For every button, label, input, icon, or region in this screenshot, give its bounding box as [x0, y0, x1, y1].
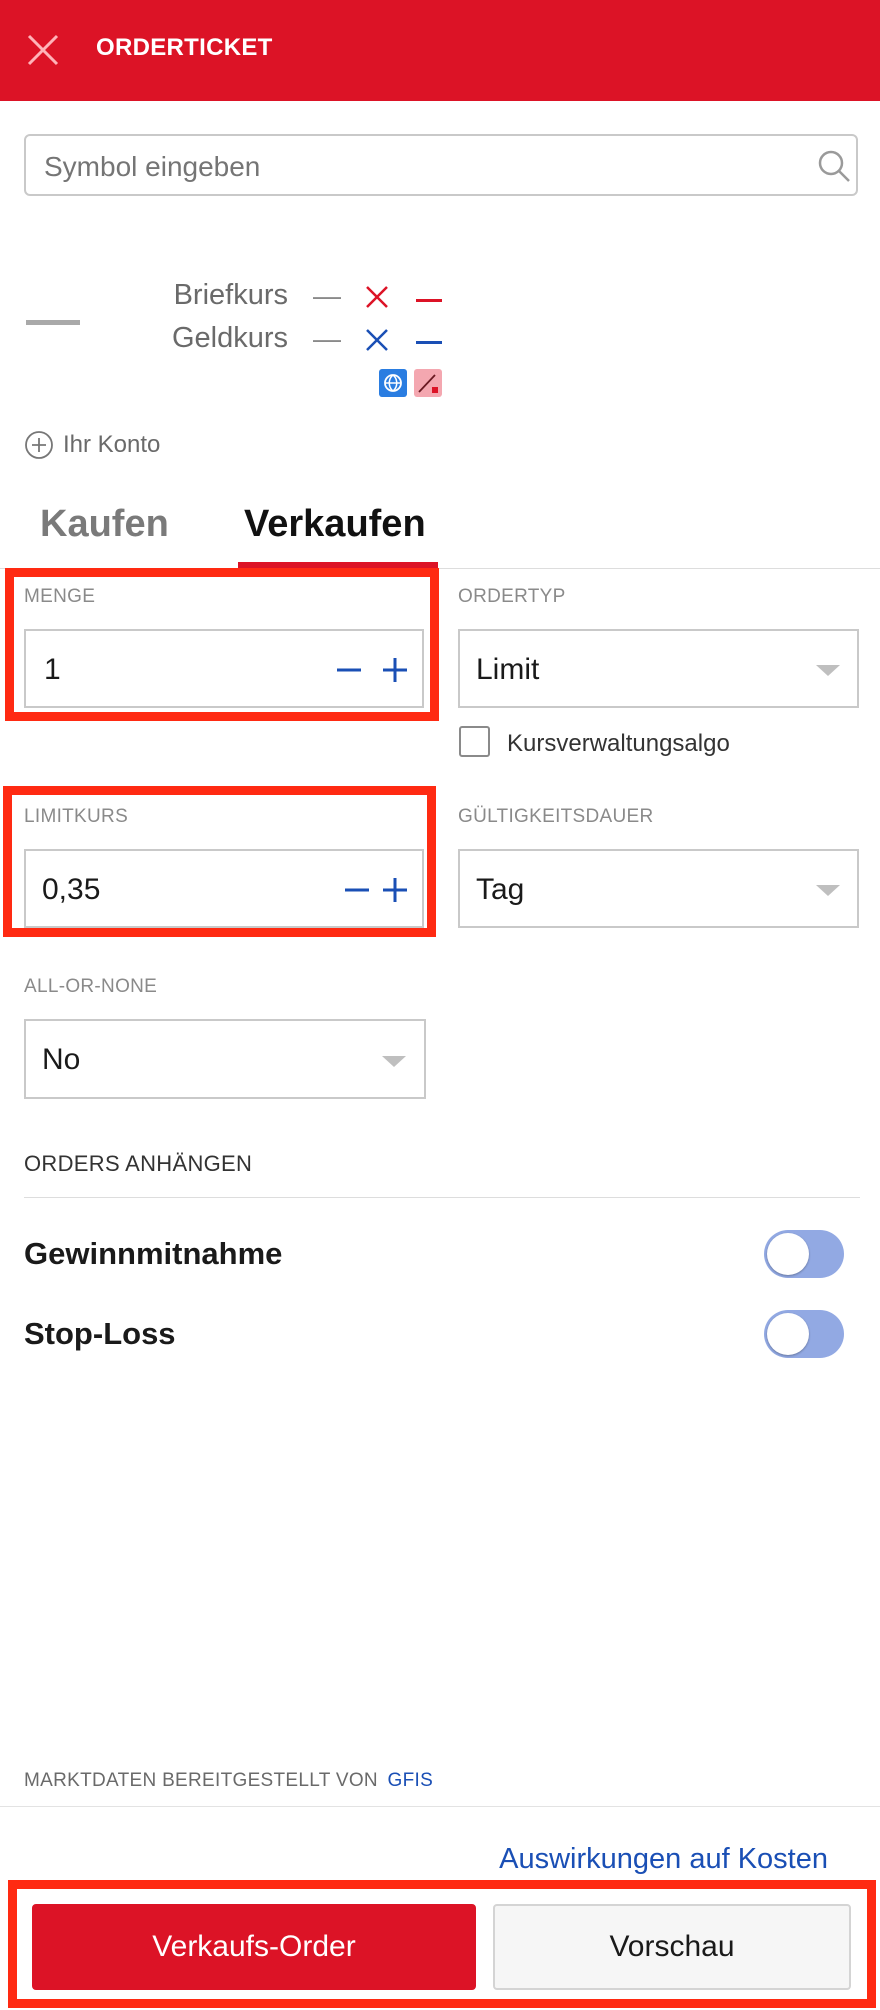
market-data-prefix: MARKTDATEN BEREITGESTELLT VON	[24, 1770, 378, 1791]
take-profit-toggle[interactable]	[764, 1230, 844, 1278]
search-icon[interactable]	[816, 148, 852, 184]
account-link[interactable]: Ihr Konto	[63, 431, 160, 459]
submit-sell-order-button[interactable]: Verkaufs-Order	[32, 1904, 476, 1990]
chevron-down-icon	[382, 1055, 406, 1069]
globe-icon	[379, 369, 407, 397]
validity-label: GÜLTIGKEITSDAUER	[458, 806, 654, 827]
stop-loss-toggle[interactable]	[764, 1310, 844, 1358]
header-bar: ORDERTICKET	[0, 0, 880, 101]
ask-close-icon	[365, 285, 389, 309]
order-type-label: ORDERTYP	[458, 586, 566, 607]
all-or-none-select[interactable]: No	[24, 1019, 426, 1099]
footer-divider	[0, 1806, 880, 1807]
chart-badge-icon	[414, 369, 442, 397]
ask-value: —	[313, 280, 341, 311]
algo-checkbox-label[interactable]: Kursverwaltungsalgo	[507, 730, 730, 758]
tab-buy[interactable]: Kaufen	[40, 503, 169, 546]
section-divider	[24, 1197, 860, 1198]
symbol-search-field[interactable]: Symbol eingeben	[24, 134, 858, 196]
quantity-highlight-frame	[5, 568, 439, 721]
cost-impact-link[interactable]: Auswirkungen auf Kosten	[499, 1843, 828, 1876]
market-data-attribution: MARKTDATEN BEREITGESTELLT VON GFIS	[24, 1770, 433, 1792]
all-or-none-label: ALL-OR-NONE	[24, 976, 158, 997]
validity-select[interactable]: Tag	[458, 849, 859, 928]
ask-size	[416, 299, 442, 302]
price-placeholder-dash	[26, 320, 80, 325]
page-title: ORDERTICKET	[96, 34, 273, 61]
bid-close-icon	[365, 328, 389, 352]
bid-value: —	[313, 323, 341, 354]
order-type-value[interactable]: Limit	[476, 653, 539, 687]
attach-orders-heading: ORDERS ANHÄNGEN	[24, 1151, 253, 1176]
validity-value[interactable]: Tag	[476, 873, 524, 907]
toggle-knob	[767, 1313, 809, 1355]
toggle-knob	[767, 1233, 809, 1275]
ask-label: Briefkurs	[173, 279, 288, 311]
order-type-select[interactable]: Limit	[458, 629, 859, 708]
take-profit-label: Gewinnmitnahme	[24, 1236, 283, 1271]
chevron-down-icon	[816, 664, 840, 678]
bid-size	[416, 341, 442, 344]
close-icon[interactable]	[26, 33, 60, 67]
plus-circle-icon[interactable]	[24, 430, 54, 460]
market-data-provider-link[interactable]: GFIS	[388, 1770, 434, 1791]
bid-label: Geldkurs	[171, 322, 288, 354]
preview-button[interactable]: Vorschau	[493, 1904, 851, 1990]
stop-loss-label: Stop-Loss	[24, 1316, 176, 1351]
algo-checkbox[interactable]	[459, 726, 490, 757]
limit-price-highlight-frame	[3, 786, 436, 937]
chevron-down-icon	[816, 884, 840, 898]
search-input-placeholder[interactable]: Symbol eingeben	[44, 151, 260, 183]
tab-sell[interactable]: Verkaufen	[244, 503, 426, 546]
all-or-none-value[interactable]: No	[42, 1043, 80, 1077]
